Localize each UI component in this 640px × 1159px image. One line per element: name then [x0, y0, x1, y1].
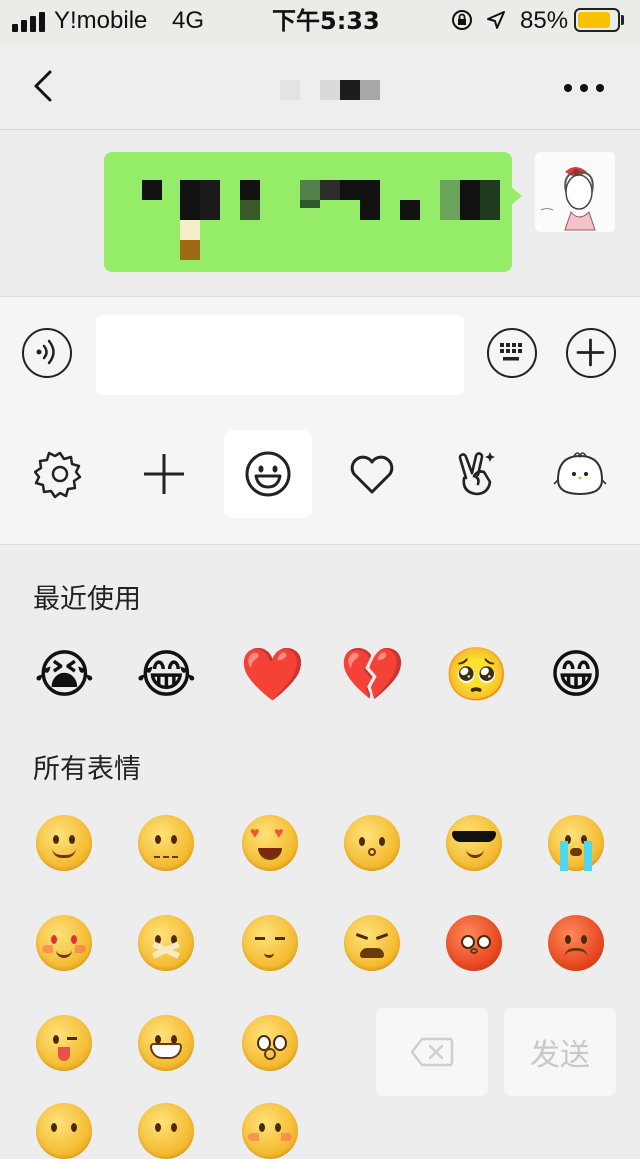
avatar[interactable] [535, 152, 615, 232]
tab-emoji[interactable] [224, 430, 312, 518]
sleepy-emoji[interactable] [242, 915, 298, 971]
silence-emoji[interactable] [138, 915, 194, 971]
recent-emoji[interactable]: 😭 [34, 645, 95, 705]
plus-icon [144, 454, 184, 494]
grin-emoji[interactable] [138, 1015, 194, 1071]
status-bar: Y!mobile 4G 下午5:33 85% [0, 0, 640, 44]
recent-emoji[interactable]: ❤️ [240, 645, 305, 705]
battery-icon [574, 8, 620, 32]
smile-emoji[interactable] [36, 815, 92, 871]
crying-emoji[interactable] [548, 815, 604, 871]
furious-emoji[interactable] [548, 915, 604, 971]
voice-icon [36, 339, 55, 365]
all-section-title: 所有表情 [33, 754, 141, 785]
tab-favorites[interactable] [328, 430, 416, 518]
message-list [0, 130, 640, 296]
battery-percent: 85% [520, 7, 569, 34]
keyboard-icon [500, 343, 522, 361]
heart-eyes-emoji[interactable]: ♥ ♥ [242, 815, 298, 871]
tab-bird-stickers[interactable] [536, 430, 624, 518]
network-label: 4G [172, 7, 205, 34]
bird-sticker-icon [553, 452, 607, 496]
tongue-wink-emoji[interactable] [36, 1015, 92, 1071]
input-bar [0, 296, 640, 409]
recent-section-title: 最近使用 [33, 584, 141, 615]
shy-emoji[interactable] [138, 815, 194, 871]
plus-circle-icon [576, 338, 605, 367]
rotation-lock-icon [452, 10, 472, 30]
location-icon [487, 11, 505, 29]
clock: 下午5:33 [272, 7, 380, 35]
embarrassed-emoji[interactable] [446, 915, 502, 971]
recent-emoji[interactable]: 🥺 [444, 645, 509, 705]
angry-stare-emoji[interactable] [344, 815, 400, 871]
grimace-emoji[interactable] [344, 915, 400, 971]
chat-header [0, 44, 640, 130]
emoji-toolbar [0, 408, 640, 545]
recent-emoji[interactable]: 💔 [340, 645, 405, 705]
gear-icon [34, 451, 82, 499]
message-bubble-redacted[interactable] [104, 152, 512, 272]
send-button[interactable]: 发送 [504, 1008, 616, 1096]
tired-emoji[interactable] [36, 1103, 92, 1159]
smiley-icon [245, 451, 291, 497]
facepalm-emoji[interactable] [138, 1103, 194, 1159]
voice-button[interactable] [22, 328, 72, 378]
battery-cap [621, 15, 624, 25]
add-button[interactable] [566, 328, 616, 378]
victory-hand-icon [458, 452, 495, 496]
backspace-icon [410, 1037, 454, 1067]
tab-gesture-stickers[interactable] [432, 430, 520, 518]
cool-sunglasses-emoji[interactable] [446, 815, 502, 871]
ellipsis-icon[interactable] [560, 82, 608, 94]
tab-settings[interactable] [16, 430, 104, 518]
signal-icon [12, 12, 48, 32]
avatar-illustration [535, 152, 615, 232]
recent-emoji[interactable]: 😁 [546, 645, 606, 705]
blush-emoji[interactable] [36, 915, 92, 971]
chat-title-redacted [280, 80, 380, 100]
recent-emoji[interactable]: 😂 [136, 645, 197, 705]
tab-add-sticker[interactable] [120, 430, 208, 518]
surprised-emoji[interactable] [242, 1015, 298, 1071]
message-input[interactable] [96, 315, 464, 395]
keyboard-button[interactable] [487, 328, 537, 378]
carrier-label: Y!mobile [54, 7, 148, 34]
battery-level-fill [578, 12, 610, 28]
heart-icon [350, 455, 394, 494]
happy-blush-emoji[interactable] [242, 1103, 298, 1159]
chevron-left-icon[interactable] [24, 66, 64, 106]
bubble-tail [510, 186, 522, 206]
delete-button[interactable] [376, 1008, 488, 1096]
